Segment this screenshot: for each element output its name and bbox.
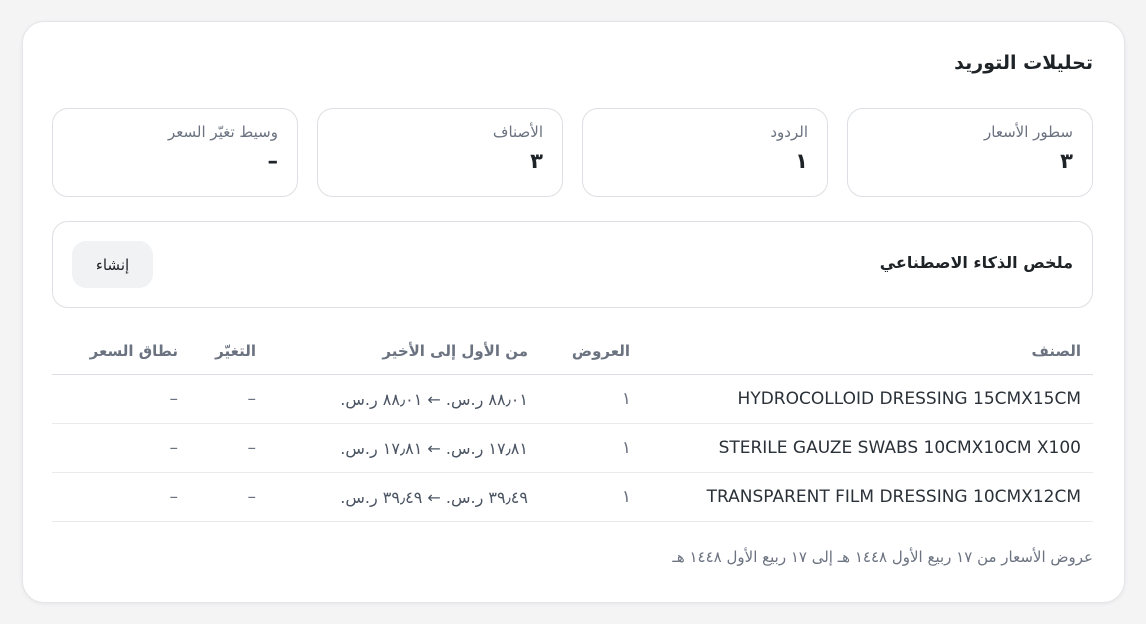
table-header: الصنف العروض من الأول إلى الأخير التغيّر… bbox=[52, 334, 1093, 375]
stat-value: ٣ bbox=[1060, 149, 1073, 173]
price-change: – bbox=[247, 389, 257, 409]
price-first-to-last: ٣٩٫٤٩ ر.س. ← ٣٩٫٤٩ ر.س. bbox=[340, 487, 528, 507]
stat-value: ٣ bbox=[530, 149, 543, 173]
header-offers[interactable]: العروض bbox=[550, 334, 630, 374]
item-name: TRANSPARENT FILM DRESSING 10CMX12CM bbox=[706, 487, 1081, 507]
item-name: STERILE GAUZE SWABS 10CMX10CM X100 bbox=[718, 438, 1081, 458]
header-item[interactable]: الصنف bbox=[1031, 334, 1081, 374]
price-band: – bbox=[169, 389, 179, 409]
stat-value: – bbox=[267, 149, 279, 173]
stat-median-price-change: وسيط تغيّر السعر – bbox=[52, 108, 298, 197]
price-band: – bbox=[169, 487, 179, 507]
quotes-date-range: عروض الأسعار من ١٧ ربيع الأول ١٤٤٨ هـ إل… bbox=[672, 548, 1093, 566]
offers-count: ١ bbox=[621, 438, 631, 458]
ai-summary-title: ملخص الذكاء الاصطناعي bbox=[879, 253, 1073, 272]
stat-label: الأصناف bbox=[492, 123, 543, 141]
stat-label: الردود bbox=[770, 123, 808, 141]
items-table: الصنف العروض من الأول إلى الأخير التغيّر… bbox=[52, 334, 1093, 522]
stat-items: الأصناف ٣ bbox=[317, 108, 563, 197]
stats-row: سطور الأسعار ٣ الردود ١ الأصناف ٣ وسيط ت… bbox=[52, 108, 1093, 197]
stat-responses: الردود ١ bbox=[582, 108, 828, 197]
price-first-to-last: ١٧٫٨١ ر.س. ← ١٧٫٨١ ر.س. bbox=[340, 438, 528, 458]
table-row: STERILE GAUZE SWABS 10CMX10CM X100 ١ ١٧٫… bbox=[52, 424, 1093, 473]
stat-price-lines: سطور الأسعار ٣ bbox=[847, 108, 1093, 197]
header-change[interactable]: التغيّر bbox=[215, 334, 256, 374]
generate-summary-button[interactable]: إنشاء bbox=[72, 241, 153, 288]
price-first-to-last: ٨٨٫٠١ ر.س. ← ٨٨٫٠١ ر.س. bbox=[340, 389, 528, 409]
header-first-to-last[interactable]: من الأول إلى الأخير bbox=[382, 334, 528, 374]
ai-summary-panel: ملخص الذكاء الاصطناعي إنشاء bbox=[52, 221, 1093, 308]
stat-value: ١ bbox=[795, 149, 808, 173]
page-title: تحليلات التوريد bbox=[954, 52, 1093, 74]
price-change: – bbox=[247, 487, 257, 507]
offers-count: ١ bbox=[621, 487, 631, 507]
item-name: HYDROCOLLOID DRESSING 15CMX15CM bbox=[737, 389, 1081, 409]
header-price-band[interactable]: نطاق السعر bbox=[90, 334, 178, 374]
table-row: TRANSPARENT FILM DRESSING 10CMX12CM ١ ٣٩… bbox=[52, 473, 1093, 522]
price-band: – bbox=[169, 438, 179, 458]
offers-count: ١ bbox=[621, 389, 631, 409]
table-row: HYDROCOLLOID DRESSING 15CMX15CM ١ ٨٨٫٠١ … bbox=[52, 375, 1093, 424]
stat-label: سطور الأسعار bbox=[984, 123, 1073, 141]
price-change: – bbox=[247, 438, 257, 458]
stat-label: وسيط تغيّر السعر bbox=[168, 123, 278, 141]
procurement-analytics-card: تحليلات التوريد سطور الأسعار ٣ الردود ١ … bbox=[22, 21, 1125, 603]
